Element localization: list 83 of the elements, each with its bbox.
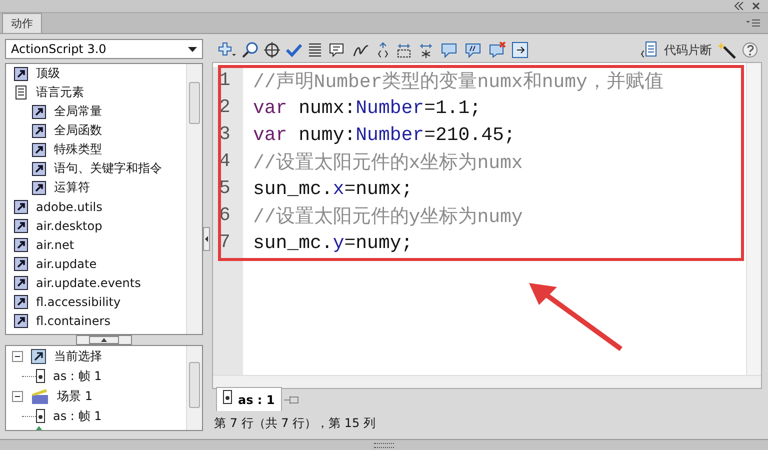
line-number: 5	[213, 175, 243, 202]
script-tab[interactable]: as : 1	[216, 387, 282, 411]
frame-icon	[36, 409, 45, 423]
toolbox-item[interactable]: adobe.utils	[36, 200, 102, 214]
code-line: var numy:Number=210.45;	[252, 124, 516, 146]
splitter-handle[interactable]	[76, 335, 132, 345]
speech-bubble-icon[interactable]	[328, 42, 346, 58]
line-number: 7	[213, 229, 243, 256]
toolbox-item[interactable]: air.update.events	[36, 276, 141, 290]
scrollbar[interactable]	[213, 375, 761, 388]
search-icon[interactable]	[242, 42, 258, 58]
code-line: sun_mc.y=numy;	[252, 232, 413, 254]
toolbox-item[interactable]: fl.accessibility	[36, 294, 121, 308]
code-line: //设置太阳元件的x坐标为numx	[252, 150, 523, 174]
asterisk-icon[interactable]	[418, 42, 434, 58]
link-arrow-icon	[32, 104, 46, 118]
clapperboard-icon	[31, 388, 49, 404]
collapse-icon[interactable]	[734, 2, 744, 10]
toolbox-item[interactable]: 顶级	[36, 65, 60, 82]
crosshair-icon[interactable]	[264, 42, 280, 58]
toolbox-item[interactable]: 全局常量	[54, 103, 102, 120]
link-arrow-icon	[14, 238, 28, 252]
help-icon[interactable]	[742, 42, 758, 58]
link-arrow-icon	[14, 294, 28, 308]
panel-menu-icon[interactable]	[746, 19, 760, 28]
code-snippets-label[interactable]: 代码片断	[664, 42, 712, 58]
link-arrow-icon	[32, 162, 46, 176]
block-comment-icon[interactable]	[440, 42, 458, 58]
link-arrow-icon	[14, 218, 28, 232]
panel-tab[interactable]: 动作	[2, 13, 42, 33]
link-arrow-icon	[14, 276, 28, 290]
code-line: var numx:Number=1.1;	[252, 96, 482, 118]
code-line: sun_mc.x=numx;	[252, 178, 413, 200]
toolbox-item[interactable]: air.update	[36, 256, 97, 270]
expand-icon[interactable]	[396, 42, 412, 58]
frame-icon	[36, 369, 45, 383]
scrollbar[interactable]	[186, 64, 202, 334]
book-icon	[14, 85, 28, 100]
collapse-toggle[interactable]	[12, 350, 23, 362]
pen-icon[interactable]	[352, 42, 370, 58]
resize-handle[interactable]	[374, 442, 394, 448]
scrollbar[interactable]	[746, 63, 761, 375]
magic-wand-icon[interactable]	[718, 41, 736, 59]
toolbox-item[interactable]: air.desktop	[36, 218, 102, 232]
snippet-icon[interactable]	[640, 41, 658, 59]
collapse-handle[interactable]	[203, 227, 210, 251]
line-number: 3	[213, 121, 243, 148]
remove-comment-icon[interactable]	[488, 42, 506, 58]
braces-icon[interactable]	[376, 42, 390, 58]
collapse-toggle[interactable]	[12, 390, 23, 402]
toolbox-item[interactable]: 语句、关键字和指令	[54, 160, 162, 177]
link-arrow-icon	[14, 314, 28, 328]
link-arrow-icon	[32, 142, 46, 156]
language-dropdown[interactable]: ActionScript 3.0	[5, 39, 203, 59]
add-icon[interactable]	[218, 42, 236, 58]
link-arrow-icon	[32, 124, 46, 138]
code-line: //设置太阳元件的y坐标为numy	[252, 204, 523, 228]
toolbox-item[interactable]: air.net	[36, 238, 74, 252]
toolbox-item[interactable]: fl.containers	[36, 314, 110, 328]
toolbox-item[interactable]: 特殊类型	[54, 141, 102, 158]
status-text: 第 7 行（共 7 行），第 15 列	[213, 415, 376, 432]
link-arrow-icon	[14, 256, 28, 270]
link-arrow-icon	[14, 200, 28, 214]
toolbox-item[interactable]: 语言元素	[36, 84, 84, 101]
line-number: 2	[213, 94, 243, 121]
link-arrow-icon	[32, 180, 46, 194]
tree-item[interactable]: 当前选择	[54, 348, 102, 364]
frame-icon	[223, 390, 232, 404]
line-comment-icon[interactable]	[464, 42, 482, 58]
scrollbar[interactable]	[186, 346, 202, 430]
tree-item[interactable]: 场景 1	[57, 388, 92, 404]
dropdown-arrow-icon	[188, 46, 197, 52]
panel-toggle-icon[interactable]	[512, 42, 528, 58]
tree-item[interactable]: as : 帧 1	[53, 368, 102, 384]
tree-item[interactable]: as : 帧 1	[53, 408, 102, 424]
close-icon[interactable]	[752, 2, 760, 10]
align-lines-icon[interactable]	[308, 43, 322, 57]
toolbox-item[interactable]: 全局函数	[54, 122, 102, 139]
code-line: //声明Number类型的变量numx和numy，并赋值	[252, 70, 664, 94]
check-icon[interactable]	[286, 43, 302, 57]
selection-icon	[31, 348, 46, 364]
toolbox-item[interactable]: 运算符	[54, 179, 90, 196]
link-arrow-icon	[14, 66, 28, 80]
